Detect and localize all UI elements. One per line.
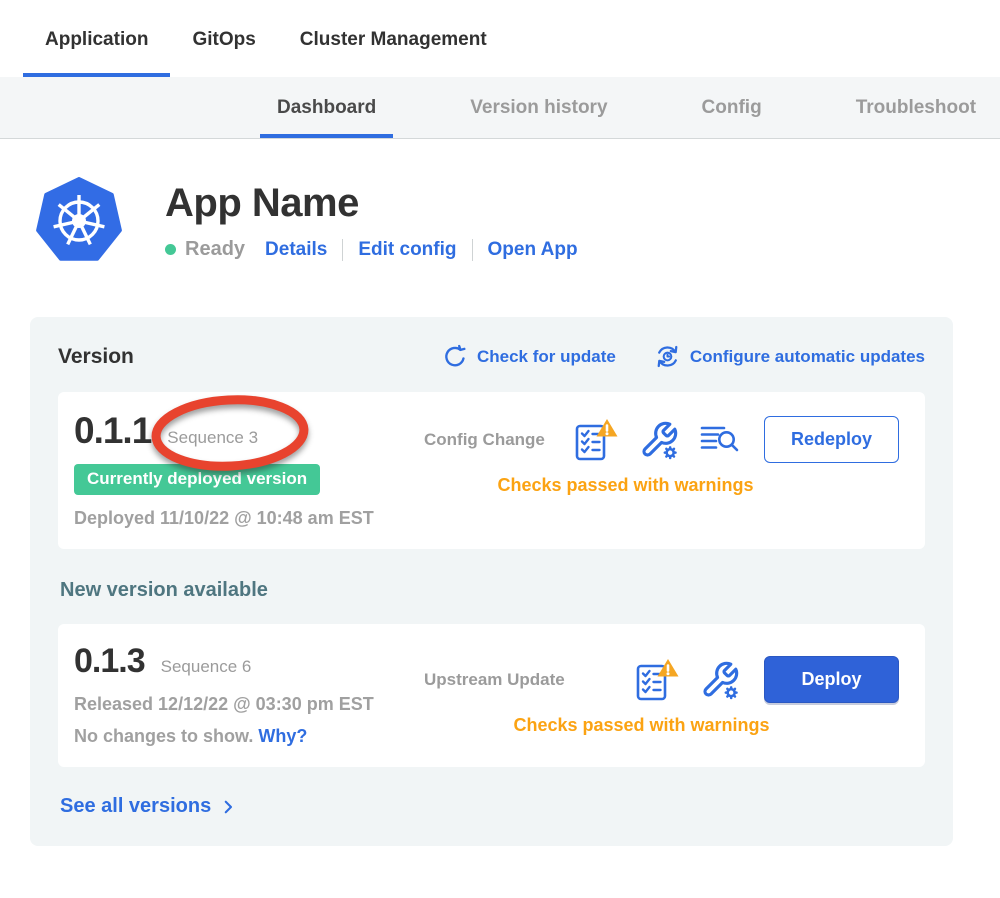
tab-version-history[interactable]: Version history <box>453 77 624 138</box>
tab-troubleshoot[interactable]: Troubleshoot <box>839 77 993 138</box>
tab-dashboard-label: Dashboard <box>277 97 376 119</box>
open-app-link[interactable]: Open App <box>488 239 578 261</box>
current-version-card: 0.1.1 Sequence 3 Currently deployed vers… <box>58 392 925 549</box>
preflight-checklist-warning-icon[interactable] <box>634 658 680 702</box>
divider <box>472 239 473 261</box>
check-for-update-label: Check for update <box>477 347 616 367</box>
version-panel: Version Check for update Configure <box>30 317 953 846</box>
tab-troubleshoot-label: Troubleshoot <box>856 97 976 119</box>
see-all-versions-label: See all versions <box>60 795 211 818</box>
tab-gitops-label: GitOps <box>192 29 255 51</box>
refresh-icon <box>442 344 468 370</box>
chevron-right-icon <box>219 798 237 816</box>
edit-config-link[interactable]: Edit config <box>358 239 456 261</box>
diff-magnifier-icon[interactable] <box>699 422 740 457</box>
app-sub-nav: Dashboard Version history Config Trouble… <box>0 77 1000 139</box>
primary-nav: Application GitOps Cluster Management <box>0 0 1000 77</box>
available-version-source: Upstream Update <box>424 670 565 690</box>
ready-status-dot <box>165 244 176 255</box>
deploy-button[interactable]: Deploy <box>764 656 899 703</box>
configure-automatic-updates-link[interactable]: Configure automatic updates <box>654 343 925 370</box>
tab-cluster-management[interactable]: Cluster Management <box>278 0 509 77</box>
redeploy-button[interactable]: Redeploy <box>764 416 899 463</box>
tab-cluster-management-label: Cluster Management <box>300 29 487 51</box>
app-status-label: Ready <box>185 238 245 261</box>
available-checks-status: Checks passed with warnings <box>424 715 899 736</box>
details-link[interactable]: Details <box>265 239 327 261</box>
why-link[interactable]: Why? <box>258 726 307 746</box>
tab-config-label: Config <box>702 97 762 119</box>
divider <box>342 239 343 261</box>
deployed-timestamp: Deployed 11/10/22 @ 10:48 am EST <box>74 508 424 529</box>
no-changes-label: No changes to show. <box>74 726 253 746</box>
app-header: App Name Ready Details Edit config Open … <box>35 177 1000 265</box>
no-changes-text: No changes to show. Why? <box>74 726 424 747</box>
tab-application[interactable]: Application <box>23 0 170 77</box>
currently-deployed-badge: Currently deployed version <box>74 464 320 495</box>
see-all-versions-link[interactable]: See all versions <box>60 795 925 818</box>
tab-version-history-label: Version history <box>470 97 607 119</box>
app-name-title: App Name <box>165 181 578 226</box>
auto-update-schedule-icon <box>654 343 681 370</box>
current-version-sequence: Sequence 3 <box>167 428 258 448</box>
available-version-sequence: Sequence 6 <box>161 657 252 677</box>
version-section-title: Version <box>58 345 134 369</box>
preflight-checklist-warning-icon[interactable] <box>573 418 619 462</box>
tab-config[interactable]: Config <box>685 77 779 138</box>
tab-application-label: Application <box>45 29 148 51</box>
available-version-number: 0.1.3 <box>74 642 145 681</box>
config-wrench-icon[interactable] <box>639 420 679 460</box>
tab-dashboard[interactable]: Dashboard <box>260 77 393 138</box>
config-wrench-icon[interactable] <box>700 660 740 700</box>
new-version-heading: New version available <box>60 579 925 602</box>
configure-automatic-updates-label: Configure automatic updates <box>690 347 925 367</box>
kubernetes-logo <box>35 177 123 265</box>
tab-gitops[interactable]: GitOps <box>170 0 277 77</box>
current-checks-status: Checks passed with warnings <box>424 475 899 496</box>
released-timestamp: Released 12/12/22 @ 03:30 pm EST <box>74 694 424 715</box>
check-for-update-link[interactable]: Check for update <box>442 344 616 370</box>
current-version-source: Config Change <box>424 430 545 450</box>
available-version-card: 0.1.3 Sequence 6 Released 12/12/22 @ 03:… <box>58 624 925 767</box>
current-version-number: 0.1.1 <box>74 410 151 452</box>
